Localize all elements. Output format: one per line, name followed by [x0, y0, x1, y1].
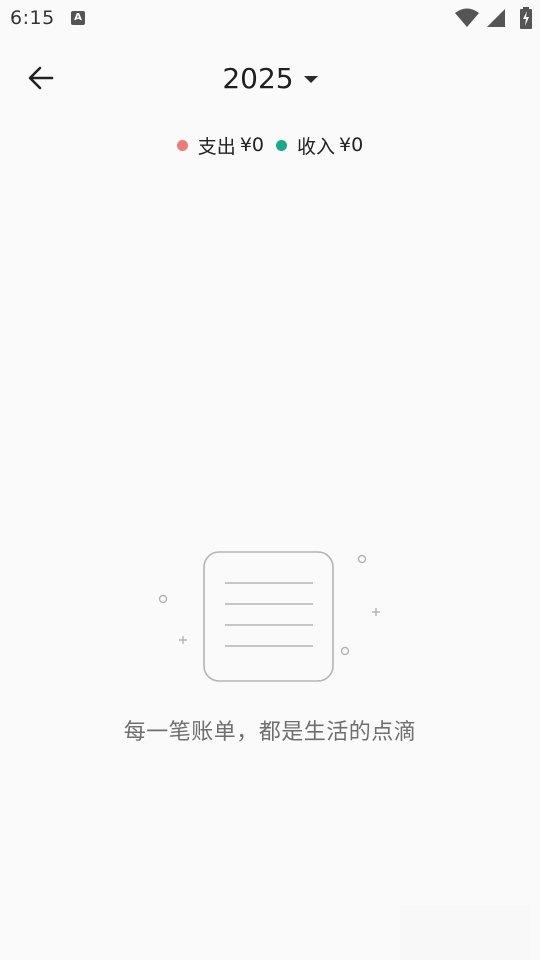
empty-bill-icon [150, 545, 390, 690]
notification-glyph: A [74, 12, 82, 23]
battery-charging-icon [520, 7, 532, 29]
year-selector[interactable]: 2025 [200, 56, 340, 100]
arrow-left-icon [28, 66, 54, 90]
income-legend: 收入 ¥0 [276, 132, 363, 159]
year-bill-screen: 6:15 A 2025 支出 ¥0 收入 ¥0 每一笔账单，都是生活的点滴 [0, 0, 540, 960]
status-time: 6:15 [10, 7, 55, 29]
status-bar: 6:15 A [0, 0, 540, 38]
back-button[interactable] [22, 58, 62, 98]
summary-legend: 支出 ¥0 收入 ¥0 [0, 130, 540, 160]
expense-amount: ¥0 [239, 134, 264, 156]
signal-icon [487, 9, 505, 27]
income-dot-icon [276, 139, 287, 151]
income-amount: ¥0 [339, 134, 364, 156]
income-label: 收入 [297, 135, 336, 158]
bottom-overlay [400, 905, 530, 960]
year-label: 2025 [222, 61, 294, 95]
expense-legend: 支出 ¥0 [176, 132, 264, 159]
empty-message: 每一笔账单，都是生活的点滴 [123, 720, 417, 745]
a-letter-icon: A [71, 11, 85, 25]
expense-dot-icon [176, 139, 188, 151]
expense-label: 支出 [197, 135, 236, 158]
wifi-icon [455, 8, 479, 27]
caret-down-icon [303, 76, 318, 83]
